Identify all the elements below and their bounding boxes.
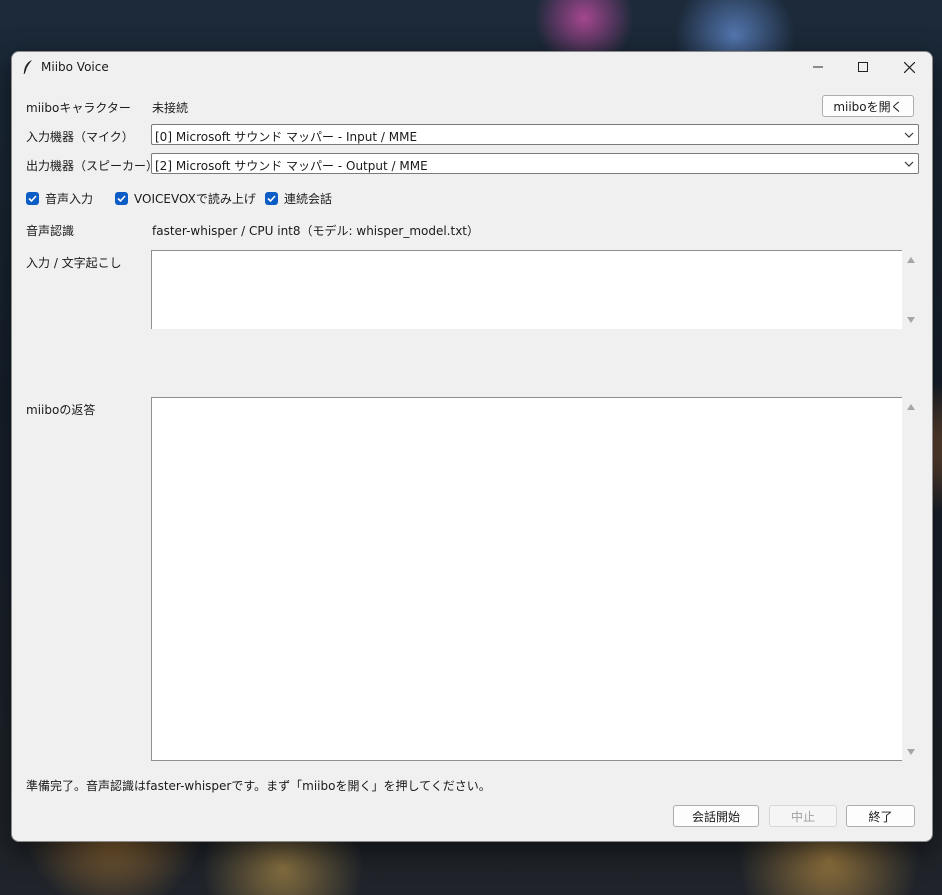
output-device-value: [2] Microsoft サウンド マッパー - Output / MME [155,159,428,173]
close-icon [903,61,915,73]
input-device-value: [0] Microsoft サウンド マッパー - Input / MME [155,130,418,144]
reply-label: miiboの返答 [26,403,96,417]
stop-button[interactable]: 中止 [769,805,837,827]
minimize-button[interactable] [795,52,841,82]
character-label: miiboキャラクター [26,101,131,115]
window-title: Miibo Voice [41,60,109,74]
character-status: 未接続 [152,101,189,115]
voicevox-label: VOICEVOXで読み上げ [134,192,256,206]
voicevox-checkbox[interactable]: VOICEVOXで読み上げ [115,190,256,207]
input-device-select[interactable]: [0] Microsoft サウンド マッパー - Input / MME [151,124,919,145]
checkmark-icon [265,192,278,205]
scroll-up-icon[interactable] [907,257,915,263]
close-button[interactable] [886,52,932,82]
voice-input-checkbox[interactable]: 音声入力 [26,190,93,207]
speech-recognition-label: 音声認識 [26,224,75,238]
voice-input-label: 音声入力 [45,192,94,206]
output-device-label: 出力機器（スピーカー） [26,159,159,173]
transcript-textarea[interactable] [151,250,902,329]
feather-icon [23,60,32,75]
input-device-label: 入力機器（マイク） [26,130,134,144]
scroll-down-icon[interactable] [907,749,915,755]
continuous-chat-label: 連続会話 [284,192,333,206]
transcript-label: 入力 / 文字起こし [26,256,122,270]
minimize-icon [813,66,823,68]
title-bar[interactable]: Miibo Voice [12,52,932,82]
continuous-chat-checkbox[interactable]: 連続会話 [265,190,332,207]
status-text: 準備完了。音声認識はfaster-whisperです。まず「miiboを開く」を… [26,779,491,793]
output-device-select[interactable]: [2] Microsoft サウンド マッパー - Output / MME [151,153,919,174]
chevron-down-icon [904,132,914,138]
scroll-up-icon[interactable] [907,404,915,410]
transcript-scrollbar[interactable] [902,250,920,329]
reply-scrollbar[interactable] [902,397,920,761]
maximize-button[interactable] [840,52,886,82]
reply-textarea[interactable] [151,397,902,761]
start-chat-button[interactable]: 会話開始 [673,805,759,827]
speech-recognition-value: faster-whisper / CPU int8（モデル: whisper_m… [152,224,480,238]
checkmark-icon [115,192,128,205]
app-window: Miibo Voice miiboキャラクター 未接続 miiboを開く 入力機… [11,51,933,842]
maximize-icon [858,62,868,72]
chevron-down-icon [904,161,914,167]
open-miibo-button[interactable]: miiboを開く [822,95,914,117]
checkmark-icon [26,192,39,205]
exit-button[interactable]: 終了 [846,805,915,827]
scroll-down-icon[interactable] [907,317,915,323]
